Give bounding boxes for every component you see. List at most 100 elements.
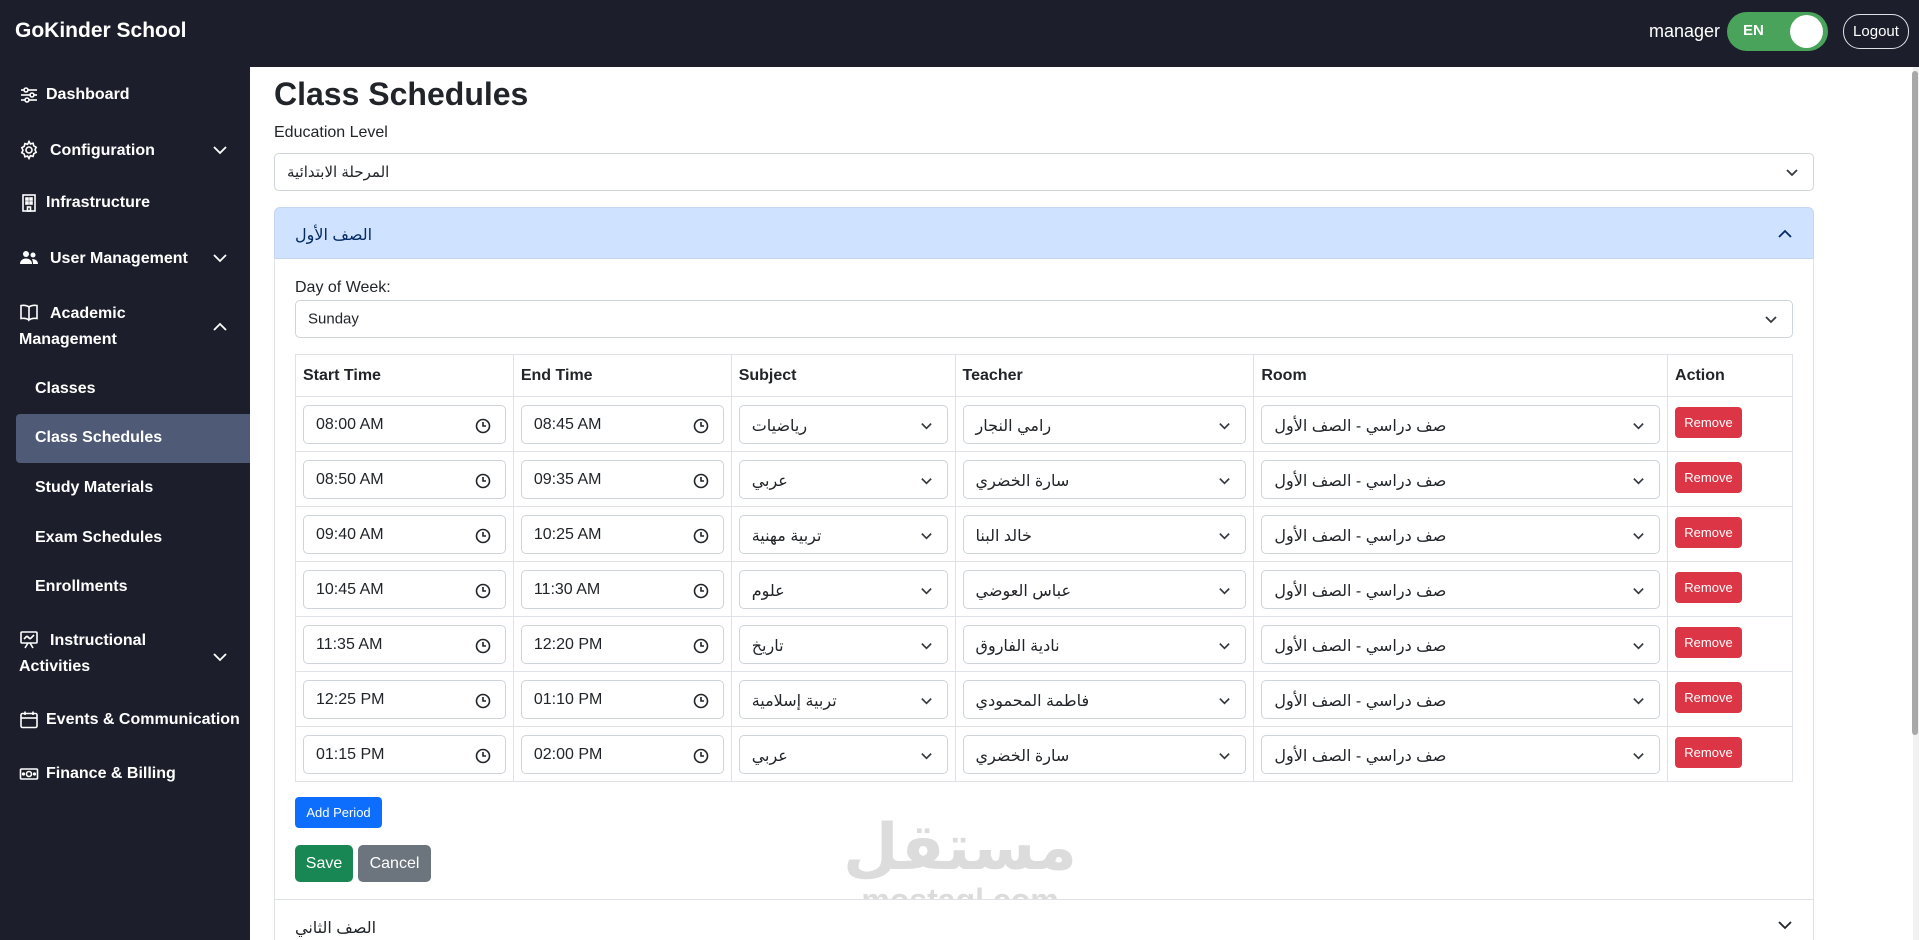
end-time-input[interactable]: 08:45 AM [520,404,724,444]
remove-button[interactable]: Remove [1675,626,1743,658]
end-time-value: 12:20 PM [533,635,603,653]
table-row: 01:15 PM 02:00 PM عربي سارة الخضري صف در… [295,726,1793,782]
clock-icon[interactable] [693,638,709,654]
remove-button[interactable]: Remove [1675,681,1743,713]
sidebar-item-events-communication[interactable]: Events & Communication [0,698,250,752]
clock-icon[interactable] [693,693,709,709]
subject-select[interactable]: علوم [738,569,948,609]
subject-select[interactable]: تربية إسلامية [738,679,948,719]
column-header-end-time: End Time [512,354,732,397]
end-time-input[interactable]: 10:25 AM [520,514,724,554]
start-time-input[interactable]: 01:15 PM [303,734,506,774]
sidebar-subitem-enrollments[interactable]: Enrollments [35,578,127,596]
save-button[interactable]: Save [295,845,353,882]
teacher-select[interactable]: فاطمة المحمودي [962,679,1247,719]
room-value: صف دراسي - الصف الأول [1274,692,1447,710]
sidebar-item-user-management[interactable]: User Management [0,230,250,284]
end-time-input[interactable]: 02:00 PM [520,734,724,774]
start-time-input[interactable]: 12:25 PM [303,679,506,719]
teacher-select[interactable]: سارة الخضري [962,734,1247,774]
start-time-input[interactable]: 09:40 AM [303,514,506,554]
sidebar-item-instructional-activities[interactable]: Instructional Activities [0,623,250,683]
end-time-input[interactable]: 09:35 AM [520,459,724,499]
remove-button[interactable]: Remove [1675,461,1743,493]
end-time-cell: 02:00 PM [512,726,732,782]
room-value: صف دراسي - الصف الأول [1274,747,1447,765]
clock-icon[interactable] [693,583,709,599]
sidebar-item-label: Dashboard [46,86,130,103]
clock-icon[interactable] [475,748,491,764]
accordion-header-second-grade[interactable]: الصف الثاني [274,899,1814,940]
remove-button[interactable]: Remove [1675,406,1743,438]
end-time-cell: 01:10 PM [512,671,732,727]
logout-button[interactable]: Logout [1843,14,1909,49]
start-time-input[interactable]: 10:45 AM [303,569,506,609]
remove-button[interactable]: Remove [1675,736,1743,768]
sidebar-item-dashboard[interactable]: Dashboard [0,67,250,121]
add-period-button[interactable]: Add Period [295,797,382,828]
brand-title[interactable]: GoKinder School [15,19,187,43]
sidebar-subitem-class-schedules[interactable]: Class Schedules [35,429,162,447]
column-header-start-time: Start Time [295,354,514,397]
end-time-input[interactable]: 01:10 PM [520,679,724,719]
chevron-down-icon [1218,474,1231,487]
end-time-input[interactable]: 11:30 AM [520,569,724,609]
day-of-week-select[interactable]: Sunday [295,300,1793,338]
teacher-select[interactable]: نادية الفاروق [962,624,1247,664]
start-time-input[interactable]: 11:35 AM [303,624,506,664]
cancel-button[interactable]: Cancel [358,845,431,882]
room-cell: صف دراسي - الصف الأول [1253,396,1669,452]
room-select[interactable]: صف دراسي - الصف الأول [1261,404,1661,444]
subject-select[interactable]: عربي [738,459,948,499]
clock-icon[interactable] [475,693,491,709]
clock-icon[interactable] [693,473,709,489]
sidebar-item-academic-management[interactable]: Academic Management [0,296,250,356]
remove-button[interactable]: Remove [1675,516,1743,548]
education-level-select[interactable]: المرحلة الابتدائية [274,153,1814,191]
clock-icon[interactable] [475,473,491,489]
chevron-up-icon [211,318,229,336]
room-cell: صف دراسي - الصف الأول [1253,561,1669,617]
teacher-select[interactable]: سارة الخضري [962,459,1247,499]
sidebar-subitem-classes[interactable]: Classes [35,380,96,398]
language-toggle[interactable]: EN [1727,12,1828,51]
room-select[interactable]: صف دراسي - الصف الأول [1261,514,1661,554]
start-time-cell: 10:45 AM [295,561,514,617]
clock-icon[interactable] [475,528,491,544]
subject-select[interactable]: تربية مهنية [738,514,948,554]
clock-icon[interactable] [475,418,491,434]
sliders-icon [19,85,39,105]
clock-icon[interactable] [475,583,491,599]
subject-select[interactable]: رياضيات [738,404,948,444]
sidebar-item-configuration[interactable]: Configuration [0,122,250,176]
schedule-rows: 08:00 AM 08:45 AM رياضيات رامي النجار صف… [295,396,1793,782]
sidebar-item-label: Academic [50,305,126,322]
end-time-value: 10:25 AM [533,525,602,543]
teacher-select[interactable]: خالد البنا [962,514,1247,554]
subject-select[interactable]: تاريخ [738,624,948,664]
start-time-input[interactable]: 08:00 AM [303,404,506,444]
room-select[interactable]: صف دراسي - الصف الأول [1261,459,1661,499]
clock-icon[interactable] [475,638,491,654]
start-time-input[interactable]: 08:50 AM [303,459,506,499]
room-select[interactable]: صف دراسي - الصف الأول [1261,679,1661,719]
teacher-select[interactable]: عباس العوضي [962,569,1247,609]
subject-select[interactable]: عربي [738,734,948,774]
clock-icon[interactable] [693,528,709,544]
room-select[interactable]: صف دراسي - الصف الأول [1261,734,1661,774]
sidebar-item-finance-billing[interactable]: Finance & Billing [0,752,250,806]
room-select[interactable]: صف دراسي - الصف الأول [1261,624,1661,664]
remove-button[interactable]: Remove [1675,571,1743,603]
start-time-value: 10:45 AM [316,580,384,598]
accordion-header-first-grade[interactable]: الصف الأول [274,207,1814,259]
sidebar-subitem-exam-schedules[interactable]: Exam Schedules [35,529,162,547]
sidebar-subitem-study-materials[interactable]: Study Materials [35,479,153,497]
teacher-select[interactable]: رامي النجار [962,404,1247,444]
clock-icon[interactable] [693,418,709,434]
scrollbar-thumb[interactable] [1912,71,1918,735]
end-time-input[interactable]: 12:20 PM [520,624,724,664]
sidebar-item-infrastructure[interactable]: Infrastructure [0,175,250,229]
chevron-down-icon [920,419,933,432]
clock-icon[interactable] [693,748,709,764]
room-select[interactable]: صف دراسي - الصف الأول [1261,569,1661,609]
